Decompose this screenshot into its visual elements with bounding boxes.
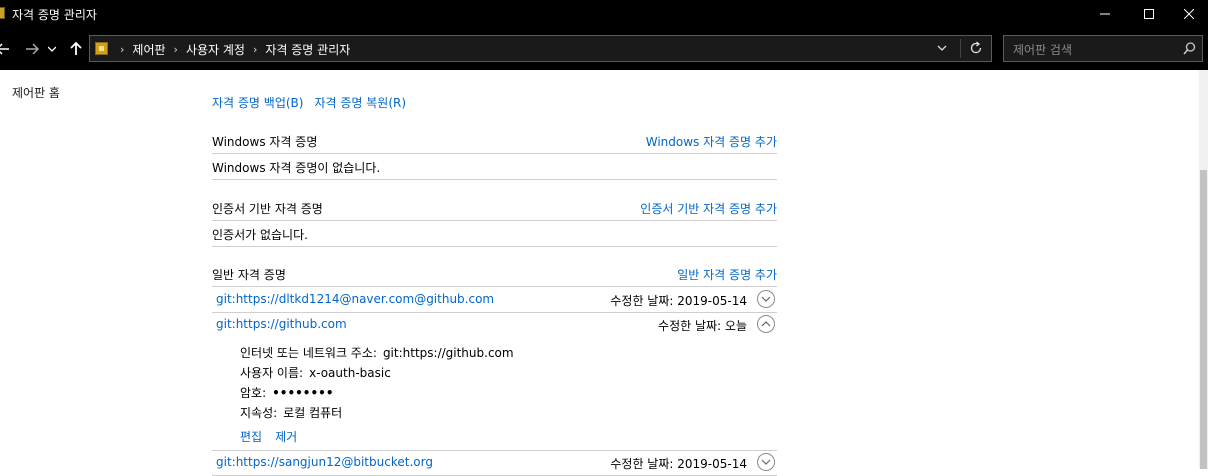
scrollbar-thumb[interactable] (1200, 170, 1207, 469)
credential-actions: 편집 제거 (240, 428, 297, 445)
windows-credentials-header: Windows 자격 증명 Windows 자격 증명 추가 (212, 133, 777, 154)
up-button[interactable] (67, 40, 85, 58)
restore-credentials-link[interactable]: 자격 증명 복원(R) (314, 94, 406, 111)
maximize-icon (1144, 9, 1154, 19)
credential-row[interactable]: git:https://dltkd1214@naver.com@github.c… (212, 288, 777, 313)
add-certificate-credential-link[interactable]: 인증서 기반 자격 증명 추가 (640, 200, 777, 217)
breadcrumb-separator-icon[interactable]: › (253, 43, 257, 56)
credential-manager-icon (0, 7, 5, 19)
section-title: 인증서 기반 자격 증명 (212, 202, 323, 216)
search-icon[interactable] (1183, 42, 1196, 58)
expand-button[interactable] (757, 453, 775, 471)
credential-modified-date: 수정한 날짜: 2019-05-14 (610, 294, 747, 308)
credential-name[interactable]: git:https://github.com (216, 317, 347, 331)
backup-restore-links: 자격 증명 백업(B) 자격 증명 복원(R) (212, 94, 406, 111)
edit-credential-link[interactable]: 편집 (240, 428, 262, 445)
generic-credentials-header: 일반 자격 증명 일반 자격 증명 추가 (212, 266, 777, 287)
section-title: Windows 자격 증명 (212, 135, 318, 149)
chevron-up-icon (761, 321, 771, 327)
certificate-credentials-header: 인증서 기반 자격 증명 인증서 기반 자격 증명 추가 (212, 200, 777, 221)
backup-credentials-link[interactable]: 자격 증명 백업(B) (212, 94, 303, 111)
user-label: 사용자 이름: (240, 366, 304, 380)
up-arrow-icon (70, 42, 82, 55)
credential-name[interactable]: git:https://sangjun12@bitbucket.org (216, 455, 433, 469)
address-bar[interactable]: › 제어판 › 사용자 계정 › 자격 증명 관리자 (89, 35, 992, 62)
breadcrumb-separator-icon: › (120, 43, 125, 56)
breadcrumb-user-accounts[interactable]: 사용자 계정 (186, 41, 245, 58)
minimize-button[interactable] (1082, 0, 1128, 28)
windows-credentials-empty: Windows 자격 증명이 없습니다. (212, 153, 777, 180)
vertical-scrollbar[interactable] (1199, 70, 1208, 469)
back-arrow-icon (0, 43, 9, 55)
chevron-down-icon (761, 459, 771, 465)
credential-modified-date: 수정한 날짜: 오늘 (658, 319, 747, 333)
back-button[interactable] (0, 40, 12, 58)
credential-modified-date: 수정한 날짜: 2019-05-14 (610, 457, 747, 471)
add-windows-credential-link[interactable]: Windows 자격 증명 추가 (646, 133, 777, 150)
breadcrumb-credential-manager[interactable]: 자격 증명 관리자 (265, 41, 350, 58)
close-icon (1184, 9, 1194, 19)
section-title: 일반 자격 증명 (212, 268, 286, 282)
search-input[interactable]: 제어판 검색 (1013, 41, 1072, 58)
maximize-button[interactable] (1126, 0, 1172, 28)
breadcrumb: › 제어판 › 사용자 계정 › 자격 증명 관리자 (112, 41, 350, 58)
recent-locations-button[interactable] (46, 40, 58, 58)
empty-message: 인증서가 없습니다. (212, 228, 308, 242)
certificate-credentials-empty: 인증서가 없습니다. (212, 220, 777, 247)
credential-address: 인터넷 또는 네트워크 주소: git:https://github.com (240, 344, 514, 361)
window-title: 자격 증명 관리자 (12, 8, 97, 22)
address-value: git:https://github.com (382, 346, 514, 360)
address-divider (960, 39, 961, 58)
control-panel-icon (95, 42, 108, 55)
user-value: x-oauth-basic (309, 366, 391, 380)
persistence-value: 로컬 컴퓨터 (283, 406, 343, 420)
password-label: 암호: (240, 386, 267, 400)
breadcrumb-control-panel[interactable]: 제어판 (132, 41, 165, 58)
breadcrumb-separator-icon[interactable]: › (174, 43, 178, 56)
chevron-down-icon (48, 46, 56, 52)
refresh-button[interactable] (970, 41, 983, 58)
password-value: •••••••• (272, 386, 334, 400)
credential-password: 암호: •••••••• (240, 384, 333, 401)
close-button[interactable] (1170, 0, 1208, 28)
credential-name[interactable]: git:https://dltkd1214@naver.com@github.c… (216, 292, 494, 306)
collapse-button[interactable] (757, 315, 775, 333)
credential-row[interactable]: git:https://sangjun12@bitbucket.org 수정한 … (212, 451, 777, 476)
credential-user: 사용자 이름: x-oauth-basic (240, 364, 391, 381)
credential-persistence: 지속성: 로컬 컴퓨터 (240, 404, 342, 421)
address-label: 인터넷 또는 네트워크 주소: (240, 346, 377, 360)
credential-row-expanded[interactable]: git:https://github.com 수정한 날짜: 오늘 (212, 313, 777, 337)
search-box[interactable]: 제어판 검색 (1003, 35, 1203, 62)
chevron-down-icon (937, 45, 947, 51)
forward-button[interactable] (23, 40, 41, 58)
empty-message: Windows 자격 증명이 없습니다. (212, 161, 381, 175)
sidebar-control-panel-home[interactable]: 제어판 홈 (12, 84, 60, 101)
forward-arrow-icon (26, 43, 39, 55)
minimize-icon (1100, 13, 1110, 15)
remove-credential-link[interactable]: 제거 (275, 428, 297, 445)
add-generic-credential-link[interactable]: 일반 자격 증명 추가 (677, 266, 777, 283)
persistence-label: 지속성: (240, 406, 278, 420)
title-bar: 자격 증명 관리자 (0, 0, 1208, 28)
expand-button[interactable] (757, 290, 775, 308)
refresh-icon (970, 41, 982, 54)
chevron-down-icon (761, 296, 771, 302)
address-dropdown-button[interactable] (937, 41, 947, 58)
